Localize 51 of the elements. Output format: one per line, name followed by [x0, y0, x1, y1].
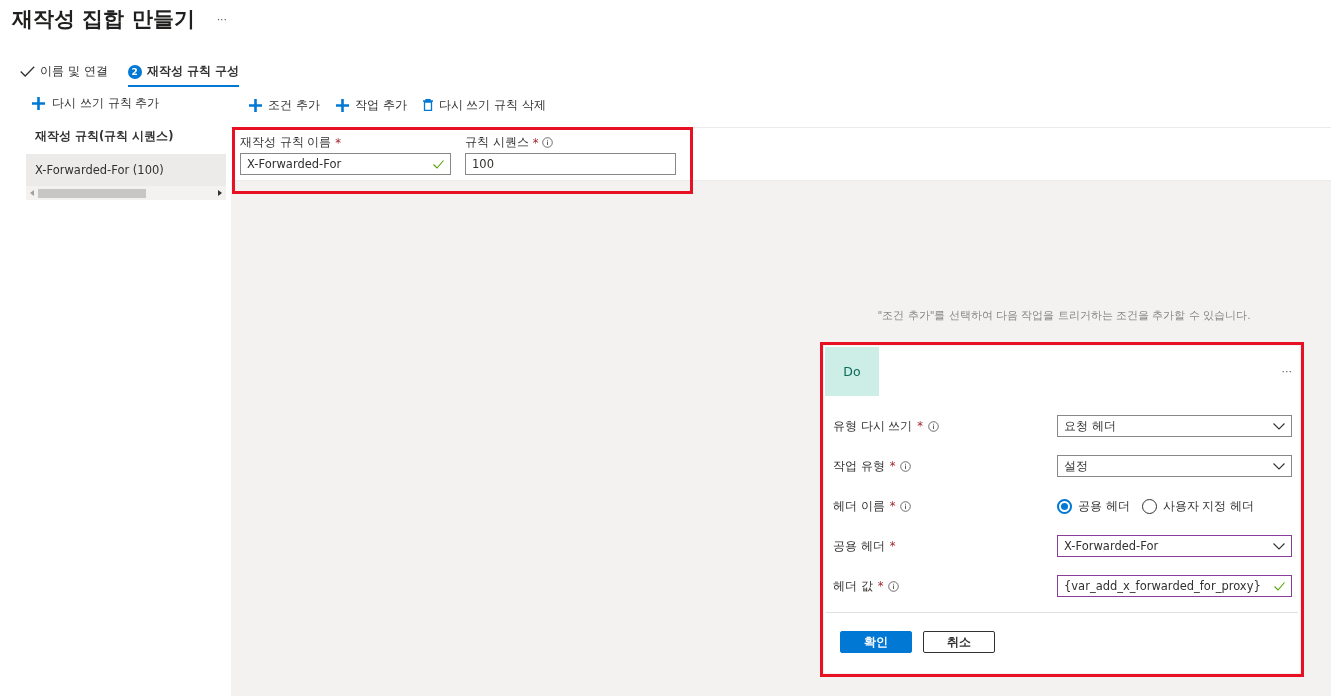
trash-icon	[422, 99, 433, 111]
more-options[interactable]: ···	[216, 12, 228, 26]
plus-icon	[335, 98, 349, 112]
header-value-input[interactable]: {var_add_x_forwarded_for_proxy}	[1057, 575, 1292, 597]
add-rule-button[interactable]: 다시 쓰기 규칙 추가	[26, 87, 226, 120]
cancel-button[interactable]: 취소	[923, 631, 995, 653]
field-label: 규칙 시퀀스 *	[465, 135, 676, 150]
rules-heading: 재작성 규칙(규칙 시퀀스)	[34, 128, 175, 145]
page-title: 재작성 집합 만들기	[12, 6, 195, 33]
tab-label: 재작성 규칙 구성	[146, 63, 239, 80]
checkmark-icon	[20, 66, 35, 77]
wizard-tab[interactable]: 이름 및 연결	[20, 63, 108, 87]
dropdown[interactable]: 설정	[1057, 455, 1292, 477]
scrollbar-thumb[interactable]	[38, 188, 146, 198]
more-options[interactable]: ···	[1281, 365, 1292, 378]
rule-list-item[interactable]: X-Forwarded-For (100)	[26, 154, 226, 186]
hint-text: "조건 추가"를 선택하여 다음 작업을 트리거하는 조건을 추가할 수 있습니다.	[877, 309, 1251, 323]
rule-name-input[interactable]: X-Forwarded-For	[240, 153, 451, 175]
scroll-right-icon[interactable]	[218, 190, 222, 196]
add-button[interactable]: 작업 추가	[333, 94, 409, 116]
step-number: 2	[127, 64, 142, 79]
info-icon[interactable]	[928, 420, 940, 432]
confirm-button[interactable]: 확인	[840, 631, 912, 653]
add-button[interactable]: 조건 추가	[247, 94, 322, 116]
field-label: 유형 다시 쓰기 *	[833, 418, 940, 434]
radio-label: 공용 헤더	[1078, 498, 1130, 514]
radio-label: 사용자 지정 헤더	[1162, 498, 1254, 514]
delete-rule-button[interactable]: 다시 쓰기 규칙 삭제	[420, 94, 549, 116]
do-badge: Do	[825, 347, 879, 396]
radio-button[interactable]	[1057, 498, 1072, 514]
tab-label: 이름 및 연결	[40, 63, 108, 80]
field-label: 헤더 값 *	[833, 578, 900, 594]
info-icon[interactable]	[542, 137, 554, 148]
chevron-down-icon	[1273, 462, 1285, 470]
info-icon[interactable]	[900, 460, 912, 472]
chevron-down-icon	[1273, 422, 1285, 430]
sequence-input[interactable]: 100	[465, 153, 676, 175]
plus-icon	[249, 98, 262, 112]
field-label: 재작성 규칙 이름 *	[240, 135, 343, 150]
scroll-left-icon[interactable]	[30, 190, 34, 196]
field-label: 헤더 이름 *	[833, 498, 912, 514]
field-label: 공용 헤더 *	[833, 538, 896, 554]
wizard-tab[interactable]: 2 재작성 규칙 구성	[127, 63, 239, 87]
info-icon[interactable]	[888, 580, 900, 592]
info-icon[interactable]	[900, 500, 912, 512]
dropdown[interactable]: 요청 헤더	[1057, 415, 1292, 437]
field-label: 작업 유형 *	[833, 458, 912, 474]
chevron-down-icon	[1273, 542, 1285, 550]
horizontal-scrollbar[interactable]	[26, 186, 226, 200]
plus-icon	[32, 97, 45, 110]
dropdown[interactable]: X-Forwarded-For	[1057, 535, 1292, 557]
